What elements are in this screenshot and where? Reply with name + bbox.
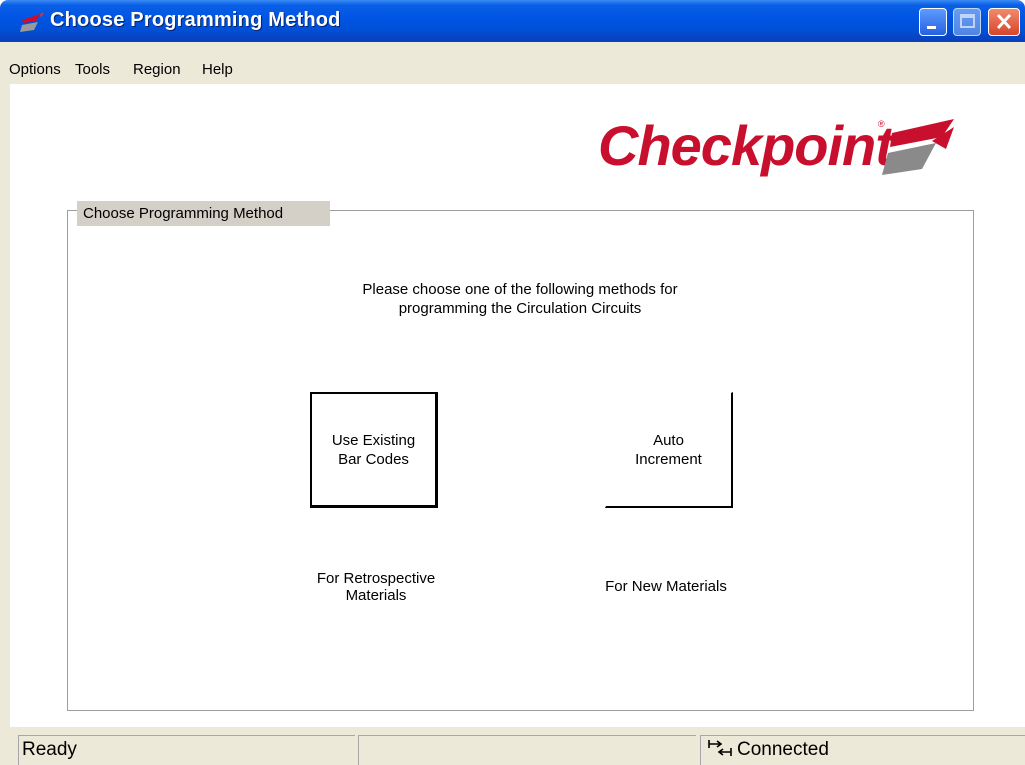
maximize-button[interactable] [953, 8, 981, 36]
window-left-border [0, 84, 10, 765]
menu-help[interactable]: Help [202, 61, 233, 78]
instruction-text: Please choose one of the following metho… [362, 281, 678, 317]
connection-arrows-icon [708, 740, 732, 756]
svg-text:®: ® [878, 119, 885, 129]
auto-increment-button[interactable]: Auto Increment [605, 392, 733, 508]
title-bar[interactable]: Choose Programming Method [0, 0, 1025, 42]
maximize-icon [960, 14, 975, 28]
checkpoint-logo: Checkpoint ® [598, 114, 954, 177]
minimize-icon [927, 26, 936, 29]
minimize-button[interactable] [919, 8, 947, 36]
close-icon [996, 13, 1012, 30]
status-middle [358, 735, 696, 765]
close-button[interactable] [988, 8, 1020, 36]
status-connection: Connected [700, 735, 1025, 765]
group-legend: Choose Programming Method [77, 201, 330, 226]
status-connected-label: Connected [737, 739, 829, 760]
menu-options[interactable]: Options [9, 61, 61, 78]
window-title: Choose Programming Method [50, 9, 341, 31]
app-window: Choose Programming Method Options Tools … [0, 0, 1025, 765]
app-logo-icon [20, 12, 44, 32]
logo-text: Checkpoint [598, 114, 896, 177]
status-ready: Ready [18, 735, 355, 765]
retrospective-caption: For Retrospective Materials [316, 570, 436, 604]
use-existing-bar-codes-button[interactable]: Use Existing Bar Codes [310, 392, 438, 508]
menu-tools[interactable]: Tools [75, 61, 110, 78]
menu-region[interactable]: Region [133, 61, 181, 78]
new-materials-caption: For New Materials [605, 578, 727, 595]
